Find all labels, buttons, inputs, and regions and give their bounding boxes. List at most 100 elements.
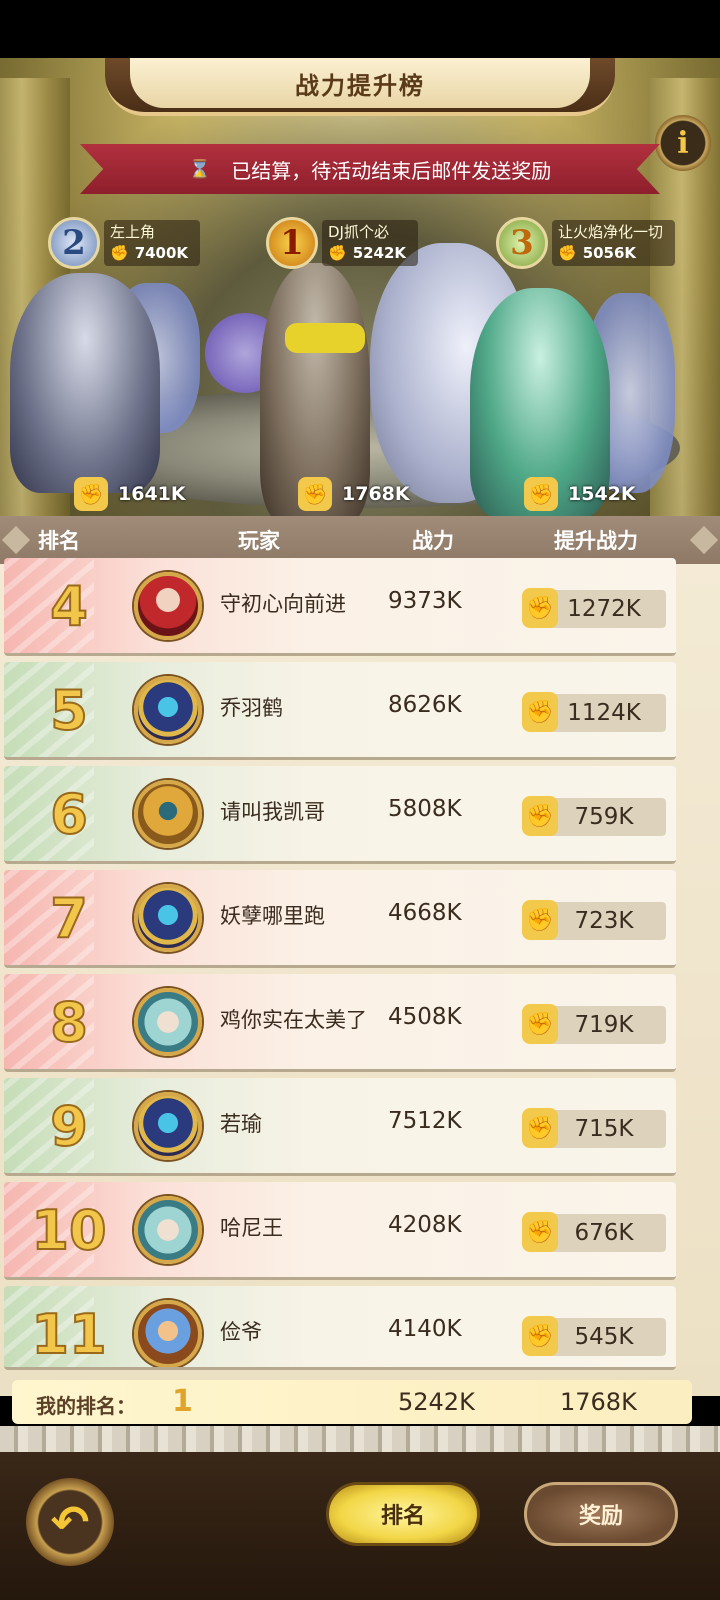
fist-up-icon: ✊ xyxy=(522,1004,558,1044)
tab-reward[interactable]: 奖励 xyxy=(524,1482,678,1546)
hero-rank-2[interactable] xyxy=(10,273,160,493)
col-power: 战力 xyxy=(412,529,454,553)
gain-value: 1641K xyxy=(118,483,186,505)
fist-up-icon: ✊ xyxy=(522,692,558,732)
player-power: 4208K xyxy=(388,1212,462,1238)
top3-power: ✊ 5056K xyxy=(558,244,637,262)
row-rank: 11 xyxy=(30,1302,107,1367)
top3-entry-2[interactable]: 2 左上角 ✊ 7400K xyxy=(48,215,201,271)
avatar[interactable] xyxy=(134,572,202,640)
row-rank: 6 xyxy=(49,782,89,847)
player-power: 7512K xyxy=(388,1108,462,1134)
col-player: 玩家 xyxy=(238,529,280,553)
fist-up-icon: ✊ xyxy=(298,477,332,511)
top3-power: ✊ 5242K xyxy=(328,244,407,262)
medal-2-icon: 2 xyxy=(48,217,100,269)
player-name: 请叫我凯哥 xyxy=(220,800,325,824)
notice-ribbon: ⌛ 已结算，待活动结束后邮件发送奖励 xyxy=(80,144,660,194)
top3-name: 让火焰净化一切 xyxy=(558,223,664,241)
row-rank: 8 xyxy=(49,990,89,1055)
col-rank: 排名 xyxy=(38,529,80,553)
status-bar xyxy=(0,0,720,58)
hero-scarf xyxy=(285,323,365,353)
table-row[interactable]: 10 哈尼王 4208K 676K ✊ xyxy=(4,1182,676,1280)
my-rank-power: 5242K xyxy=(398,1388,475,1416)
ranking-table[interactable]: 排名 玩家 战力 提升战力 4 守初心向前进 9373K 1272K ✊ 5 乔… xyxy=(0,516,720,1396)
fist-up-icon: ✊ xyxy=(522,588,558,628)
player-power: 5808K xyxy=(388,796,462,822)
avatar[interactable] xyxy=(134,780,202,848)
top3-entry-3[interactable]: 3 让火焰净化一切 ✊ 5056K xyxy=(496,215,676,271)
tab-rank-label: 排名 xyxy=(380,1504,425,1529)
player-power: 4508K xyxy=(388,1004,462,1030)
fist-up-icon: ✊ xyxy=(522,1108,558,1148)
gain-value: 1542K xyxy=(568,483,636,505)
gain-box: 723K xyxy=(542,902,666,940)
decorative-border xyxy=(0,1426,720,1452)
fist-up-icon: ✊ xyxy=(522,796,558,836)
player-power: 4140K xyxy=(388,1316,462,1342)
fist-icon: ✊ xyxy=(328,244,347,262)
top3-power: ✊ 7400K xyxy=(110,244,189,262)
top3-gain-3: ✊ 1542K xyxy=(524,476,636,512)
top3-entry-1[interactable]: 1 DJ抓个必 ✊ 5242K xyxy=(266,215,419,271)
tab-reward-label: 奖励 xyxy=(578,1504,623,1529)
table-row[interactable]: 4 守初心向前进 9373K 1272K ✊ xyxy=(4,558,676,656)
medal-3-icon: 3 xyxy=(496,217,548,269)
player-power: 8626K xyxy=(388,692,462,718)
fist-icon: ✊ xyxy=(110,244,129,262)
top3-info: 让火焰净化一切 ✊ 5056K xyxy=(552,220,676,266)
fist-up-icon: ✊ xyxy=(522,1212,558,1252)
table-row[interactable]: 9 若瑜 7512K 715K ✊ xyxy=(4,1078,676,1176)
gain-box: 1124K xyxy=(542,694,666,732)
my-rank-bar: 我的排名： 1 5242K 1768K xyxy=(12,1380,692,1424)
title-plate: 战力提升榜 xyxy=(130,58,590,108)
gain-box: 715K xyxy=(542,1110,666,1148)
my-rank-gain: 1768K xyxy=(560,1388,637,1416)
table-row[interactable]: 5 乔羽鹤 8626K 1124K ✊ xyxy=(4,662,676,760)
notice-text: 已结算，待活动结束后邮件发送奖励 xyxy=(231,158,552,183)
back-arrow-icon: ↶ xyxy=(50,1495,90,1549)
gain-box: 759K xyxy=(542,798,666,836)
table-row[interactable]: 11 俭爷 4140K 545K ✊ xyxy=(4,1286,676,1370)
player-name: 守初心向前进 xyxy=(220,592,346,616)
fist-up-icon: ✊ xyxy=(74,477,108,511)
avatar[interactable] xyxy=(134,1196,202,1264)
fist-up-icon: ✊ xyxy=(524,477,558,511)
player-name: 哈尼王 xyxy=(220,1216,283,1240)
gain-box: 1272K xyxy=(542,590,666,628)
top3-gain-2: ✊ 1641K xyxy=(74,476,186,512)
player-power: 4668K xyxy=(388,900,462,926)
hourglass-icon: ⌛ xyxy=(188,158,212,180)
info-icon: i xyxy=(677,125,689,161)
player-name: 乔羽鹤 xyxy=(220,696,283,720)
avatar[interactable] xyxy=(134,988,202,1056)
top3-info: 左上角 ✊ 7400K xyxy=(104,220,201,266)
back-button[interactable]: ↶ xyxy=(26,1478,114,1566)
avatar[interactable] xyxy=(134,1300,202,1367)
row-rank: 10 xyxy=(30,1198,107,1263)
tab-rank[interactable]: 排名 xyxy=(326,1482,480,1546)
gain-box: 719K xyxy=(542,1006,666,1044)
gain-value: 1768K xyxy=(342,483,410,505)
table-row[interactable]: 6 请叫我凯哥 5808K 759K ✊ xyxy=(4,766,676,864)
column-header: 排名 玩家 战力 提升战力 xyxy=(0,516,720,564)
page-title: 战力提升榜 xyxy=(295,71,425,100)
my-rank-label: 我的排名： xyxy=(36,1394,136,1418)
diamond-ornament-icon xyxy=(689,525,719,555)
fist-icon: ✊ xyxy=(558,244,577,262)
avatar[interactable] xyxy=(134,676,202,744)
top3-name: 左上角 xyxy=(110,223,156,241)
avatar[interactable] xyxy=(134,884,202,952)
info-button[interactable]: i xyxy=(655,115,711,171)
table-row[interactable]: 7 妖孽哪里跑 4668K 723K ✊ xyxy=(4,870,676,968)
top3-gain-1: ✊ 1768K xyxy=(298,476,410,512)
table-row[interactable]: 8 鸡你实在太美了 4508K 719K ✊ xyxy=(4,974,676,1072)
player-name: 俭爷 xyxy=(220,1320,262,1344)
avatar[interactable] xyxy=(134,1092,202,1160)
row-rank: 4 xyxy=(49,574,89,639)
fist-up-icon: ✊ xyxy=(522,1316,558,1356)
fist-up-icon: ✊ xyxy=(522,900,558,940)
diamond-ornament-icon xyxy=(1,525,31,555)
col-gain: 提升战力 xyxy=(554,529,638,553)
